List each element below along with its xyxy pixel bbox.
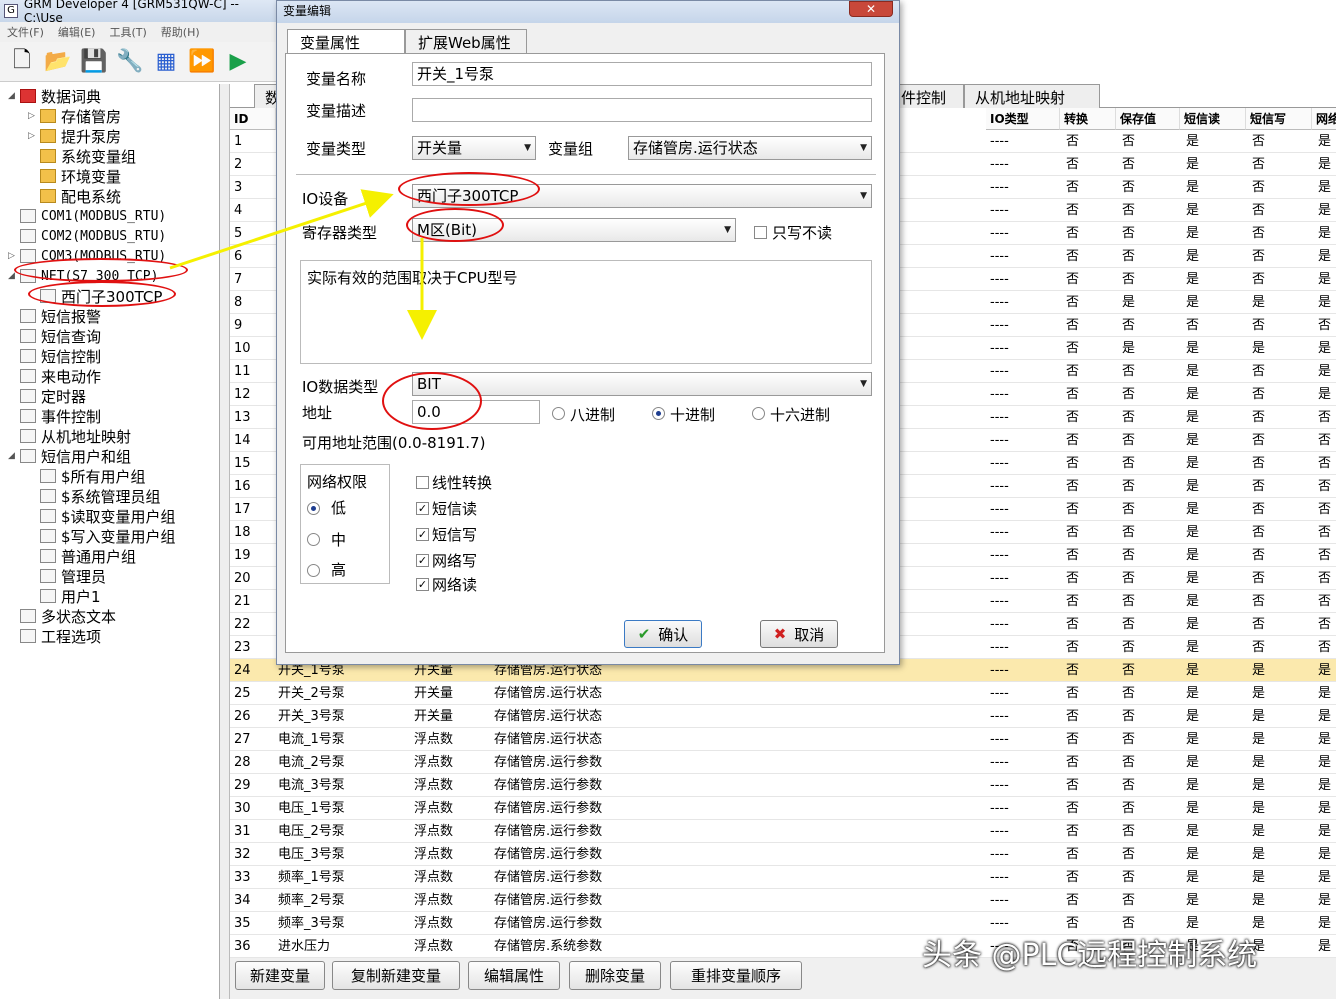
annotation-arrows: [169, 189, 437, 340]
watermark-text: 头条 @PLC远程控制系统: [922, 938, 1258, 973]
arrow-tree-to-io-device: [169, 189, 394, 270]
